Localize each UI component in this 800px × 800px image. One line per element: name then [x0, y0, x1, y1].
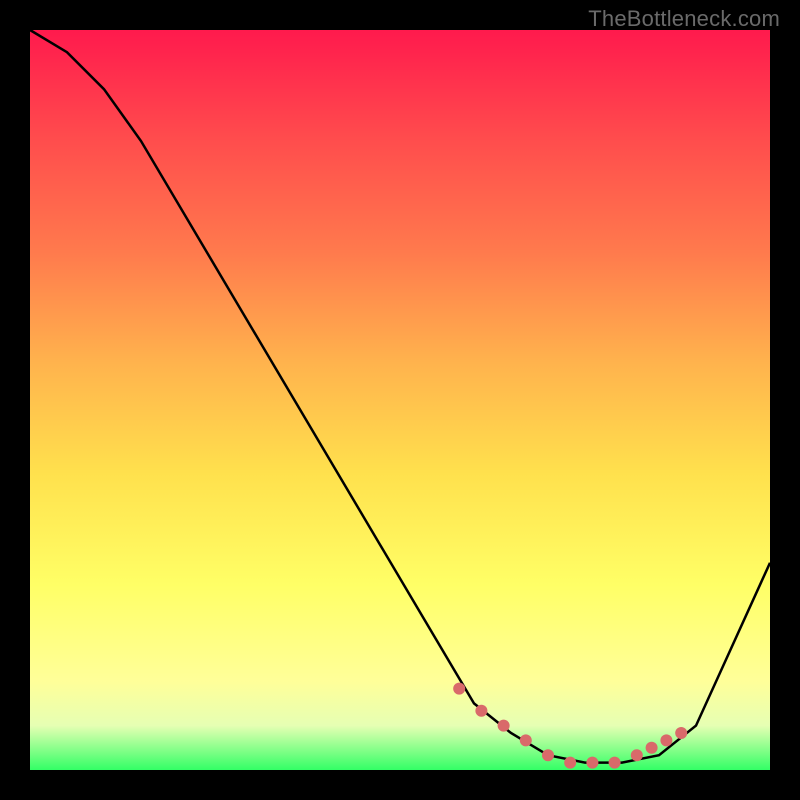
marker-point: [542, 749, 554, 761]
marker-point: [609, 757, 621, 769]
marker-point: [660, 734, 672, 746]
marker-point: [475, 705, 487, 717]
watermark-text: TheBottleneck.com: [588, 6, 780, 32]
bottleneck-curve: [30, 30, 770, 763]
marker-point: [453, 683, 465, 695]
marker-point: [646, 742, 658, 754]
marker-point: [675, 727, 687, 739]
marker-point: [498, 720, 510, 732]
marker-point: [564, 757, 576, 769]
marker-point: [586, 757, 598, 769]
chart-svg: [30, 30, 770, 770]
marker-point: [520, 734, 532, 746]
marker-point: [631, 749, 643, 761]
